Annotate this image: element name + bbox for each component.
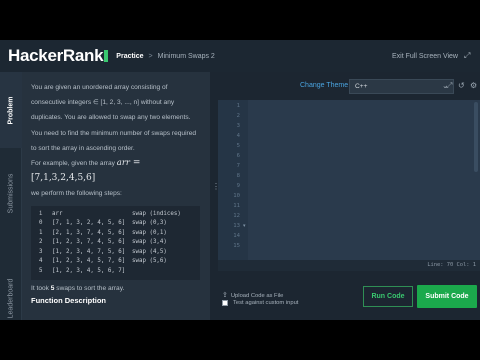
table-row: 4 [1, 2, 3, 4, 5, 7, 6] swap (5,6) (39, 258, 167, 265)
tab-leaderboard[interactable]: Leaderboard (0, 268, 22, 328)
fold-icon[interactable]: ▾ (243, 223, 246, 229)
upload-icon: ⇪ (222, 292, 228, 299)
line-number: 14 (233, 233, 240, 239)
table-row: 3 [1, 2, 3, 4, 7, 5, 6] swap (4,5) (39, 248, 167, 255)
line-number: 12 (233, 213, 240, 219)
hackerrank-logo[interactable]: HackerRank (8, 46, 109, 66)
breadcrumb-separator: > (148, 52, 153, 60)
line-number: 8 (236, 173, 240, 179)
problem-statement-panel: You are given an unordered array consist… (22, 72, 210, 320)
panel-splitter[interactable]: ⋮ (210, 72, 220, 320)
change-theme-link[interactable]: Change Theme (300, 82, 348, 89)
custom-input-toggle[interactable]: Test against custom input (222, 300, 298, 306)
language-select[interactable]: C++ ⌄ (349, 79, 454, 94)
table-row: 0 [7, 1, 3, 2, 4, 5, 6] swap (0,3) (39, 220, 167, 227)
line-number: 2 (236, 113, 240, 119)
line-number: 11 (233, 203, 240, 209)
editor-toolbar: Change Theme C++ ⌄ ⤢ ↺ ⚙ (218, 72, 480, 100)
swap-steps-table: i arr swap (indices) 0 [7, 1, 3, 2, 4, 5,… (31, 205, 200, 281)
tab-problem[interactable]: Problem (0, 72, 22, 148)
breadcrumb-practice[interactable]: Practice (116, 53, 143, 60)
fullscreen-icon[interactable]: ⤢ (446, 81, 452, 91)
problem-description: You are given an unordered array consist… (31, 84, 197, 152)
video-letterbox-top (0, 0, 480, 40)
table-row: 5 [1, 2, 3, 4, 5, 6, 7] (39, 267, 126, 274)
editor-scrollbar[interactable] (474, 102, 478, 172)
line-number: 9 (236, 183, 240, 189)
editor-actions: ⇪ Upload Code as File Test against custom… (218, 271, 480, 320)
line-number: 5 (236, 143, 240, 149)
drag-handle-icon[interactable]: ⋮ (212, 183, 220, 197)
example-line: For example, given the array arr = [7,1,… (31, 158, 141, 184)
function-description-heading: Function Description (31, 296, 106, 306)
submit-code-button[interactable]: Submit Code (417, 285, 477, 308)
breadcrumb-page: Minimum Swaps 2 (157, 52, 215, 60)
line-number: 1 (236, 103, 240, 109)
code-editor[interactable]: 1 2 3 4 5 6 7 8 9 10 11 12 13 14 15 ▾ (218, 100, 480, 260)
table-row: 1 [2, 1, 3, 7, 4, 5, 6] swap (0,1) (39, 229, 167, 236)
expand-icon[interactable]: ⤢ (464, 52, 472, 60)
line-number: 15 (233, 243, 240, 249)
steps-intro: we perform the following steps: (31, 190, 122, 198)
history-icon[interactable]: ↺ (458, 81, 465, 90)
site-header: HackerRank Practice > Minimum Swaps 2 Ex… (0, 40, 480, 72)
line-number: 3 (236, 123, 240, 129)
upload-code-link[interactable]: ⇪ Upload Code as File (222, 291, 283, 299)
line-number: 4 (236, 133, 240, 139)
vertical-tabs: Problem Submissions Leaderboard (0, 72, 22, 320)
line-number: 13 (233, 223, 240, 229)
line-number: 7 (236, 163, 240, 169)
video-letterbox-bottom (0, 320, 480, 360)
line-number: 10 (233, 193, 240, 199)
run-code-button[interactable]: Run Code (363, 286, 413, 307)
language-select-value: C++ (355, 83, 368, 90)
cursor-position: Line: 70 Col: 1 (427, 262, 476, 268)
table-row: 2 [1, 2, 3, 7, 4, 5, 6] swap (3,4) (39, 239, 167, 246)
settings-icon[interactable]: ⚙ (470, 81, 477, 90)
editor-status-bar: Line: 70 Col: 1 (218, 260, 480, 271)
exit-fullscreen-link[interactable]: Exit Full Screen View (392, 53, 458, 60)
line-number: 6 (236, 153, 240, 159)
tab-submissions[interactable]: Submissions (0, 150, 22, 236)
line-number-gutter: 1 2 3 4 5 6 7 8 9 10 11 12 13 14 15 ▾ (218, 100, 248, 260)
table-header-row: i arr swap (indices) (39, 210, 181, 217)
custom-input-checkbox[interactable] (222, 300, 228, 306)
swap-count-text: It took 5 swaps to sort the array. (31, 285, 125, 293)
